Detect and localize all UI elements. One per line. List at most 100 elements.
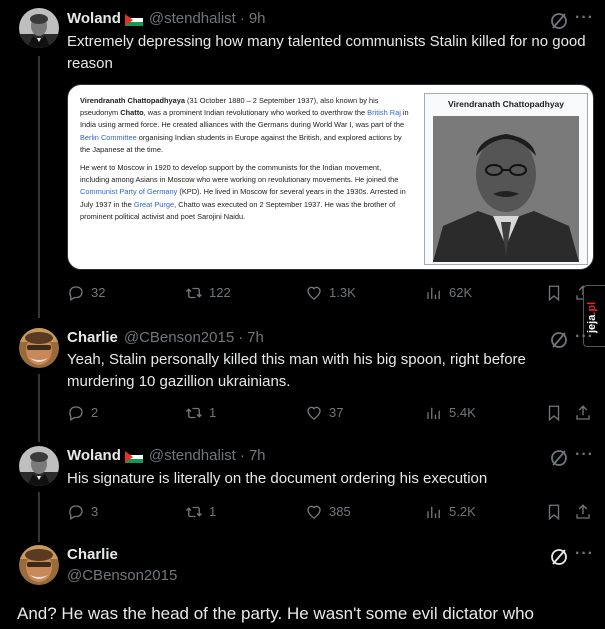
grok-icon[interactable]	[550, 449, 568, 467]
repost-icon	[186, 287, 202, 299]
wiki-link: Berlin Committee	[80, 132, 137, 142]
portrait-photo	[433, 116, 579, 262]
username[interactable]: @CBenson2015	[67, 567, 177, 584]
separator-dot: ·	[238, 329, 244, 346]
thread-line	[38, 374, 40, 442]
tweet-actions: 32 122 1.3K 62K	[67, 284, 597, 304]
views-count: 5.4K	[449, 405, 476, 420]
reply-count: 3	[91, 504, 99, 519]
avatar[interactable]	[19, 8, 59, 48]
reply-button[interactable]: 32	[67, 284, 105, 302]
timestamp[interactable]: 7h	[247, 329, 264, 346]
like-icon	[307, 286, 321, 300]
tweet-image[interactable]: Virendranath Chattopadhyaya (31 October …	[67, 84, 594, 270]
views-icon	[427, 506, 440, 518]
username[interactable]: @stendhalist	[149, 10, 236, 27]
share-icon	[576, 504, 590, 519]
tweet-text: And? He was the head of the party. He wa…	[17, 604, 534, 623]
more-icon[interactable]: ···	[575, 9, 594, 27]
separator-dot: ·	[239, 10, 245, 27]
repost-button[interactable]: 122	[185, 284, 231, 302]
wiki-link: Communist Party of Germany	[80, 187, 178, 197]
reply-button[interactable]: 3	[67, 503, 98, 521]
like-count: 37	[329, 405, 344, 420]
grok-icon[interactable]	[550, 548, 568, 566]
timestamp[interactable]: 7h	[249, 447, 266, 464]
like-icon	[307, 505, 321, 519]
like-count: 1.3K	[329, 285, 356, 300]
wiki-bold-alias: Chatto	[120, 108, 144, 118]
wiki-article-excerpt: Virendranath Chattopadhyaya (31 October …	[80, 95, 410, 229]
reply-icon	[69, 406, 83, 421]
timestamp[interactable]: 9h	[249, 10, 266, 27]
wiki-infobox: Virendranath Chattopadhyay	[424, 93, 588, 265]
repost-icon	[186, 407, 202, 419]
more-icon[interactable]: ···	[575, 328, 594, 346]
views-icon	[427, 287, 440, 299]
like-count: 385	[329, 504, 351, 519]
thread-line	[38, 56, 40, 318]
display-name[interactable]: Charlie	[67, 546, 118, 563]
grok-icon[interactable]	[550, 12, 568, 30]
palestine-flag-icon	[124, 450, 143, 463]
avatar[interactable]	[19, 545, 59, 585]
repost-icon	[186, 506, 202, 518]
bookmark-button[interactable]	[545, 503, 569, 521]
bookmark-button[interactable]	[545, 404, 569, 422]
like-icon	[307, 406, 321, 420]
tweet-text: Extremely depressing how many talented c…	[67, 33, 586, 72]
like-button[interactable]: 37	[305, 404, 343, 422]
repost-count: 1	[209, 405, 217, 420]
like-button[interactable]: 1.3K	[305, 284, 356, 302]
views-button[interactable]: 62K	[425, 284, 472, 302]
views-count: 62K	[449, 285, 473, 300]
tweet-text: His signature is literally on the docume…	[67, 470, 488, 487]
tweet-text: Yeah, Stalin personally killed this man …	[67, 351, 526, 390]
views-button[interactable]: 5.4K	[425, 404, 476, 422]
reply-icon	[69, 286, 83, 301]
bookmark-button[interactable]	[545, 284, 569, 302]
separator-dot: ·	[239, 447, 245, 464]
display-name[interactable]: Woland	[67, 10, 121, 27]
share-button[interactable]	[574, 503, 598, 521]
palestine-flag-icon	[124, 13, 143, 26]
more-icon[interactable]: ···	[575, 545, 594, 563]
avatar[interactable]	[19, 328, 59, 368]
bookmark-icon	[548, 504, 560, 521]
wiki-text: He went to Moscow in 1920 to develop sup…	[80, 163, 399, 185]
tweet-header: Charlie	[67, 546, 118, 563]
bookmark-icon	[548, 405, 560, 422]
infobox-title: Virendranath Chattopadhyay	[447, 99, 565, 109]
more-icon[interactable]: ···	[575, 446, 594, 464]
username[interactable]: @stendhalist	[149, 447, 236, 464]
like-button[interactable]: 385	[305, 503, 351, 521]
grok-icon[interactable]	[550, 331, 568, 349]
repost-button[interactable]: 1	[185, 503, 216, 521]
views-button[interactable]: 5.2K	[425, 503, 476, 521]
tweet-actions: 3 1 385 5.2K	[67, 503, 597, 523]
share-icon	[576, 405, 590, 420]
wiki-link: British Raj	[367, 108, 401, 118]
wiki-bold-name: Virendranath Chattopadhyaya	[80, 96, 185, 105]
display-name[interactable]: Woland	[67, 447, 121, 464]
tweet-header: Woland @stendhalist · 9h	[67, 10, 266, 27]
display-name[interactable]: Charlie	[67, 329, 118, 346]
reply-count: 2	[91, 405, 99, 420]
username[interactable]: @CBenson2015	[124, 329, 234, 346]
watermark-suffix: .pl	[586, 301, 598, 315]
repost-count: 122	[209, 285, 231, 300]
tweet-header: Woland @stendhalist · 7h	[67, 447, 266, 464]
share-button[interactable]	[574, 404, 598, 422]
thread-line	[38, 492, 40, 542]
reply-button[interactable]: 2	[67, 404, 98, 422]
views-icon	[427, 407, 440, 419]
views-count: 5.2K	[449, 504, 476, 519]
reply-count: 32	[91, 285, 106, 300]
repost-button[interactable]: 1	[185, 404, 216, 422]
reply-icon	[69, 505, 83, 520]
avatar[interactable]	[19, 446, 59, 486]
tweet-actions: 2 1 37 5.4K	[67, 404, 597, 424]
repost-count: 1	[209, 504, 217, 519]
wiki-text: , was a prominent Indian revolutionary w…	[143, 108, 368, 118]
wiki-link: Great Purge	[133, 199, 175, 209]
